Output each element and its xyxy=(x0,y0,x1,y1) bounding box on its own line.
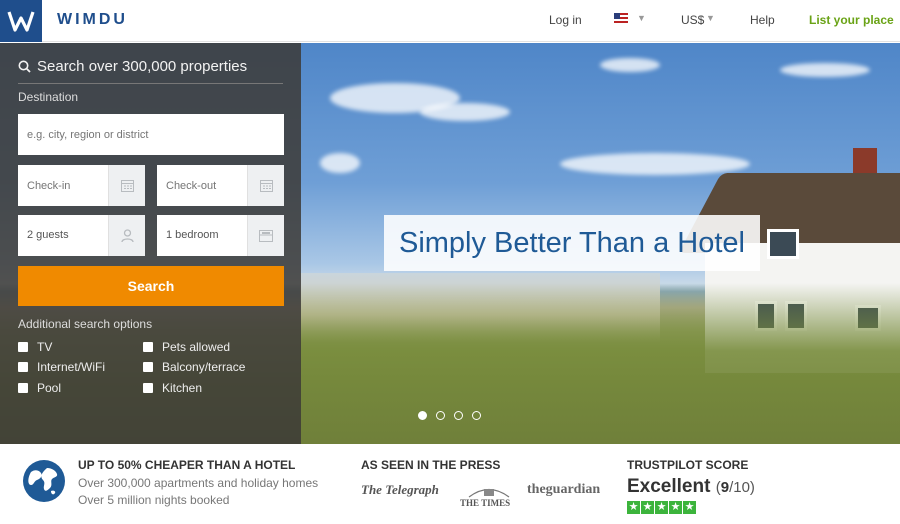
checkbox[interactable] xyxy=(143,383,153,393)
option-label: TV xyxy=(37,340,53,354)
telegraph-logo: The Telegraph xyxy=(361,482,439,497)
option-pets[interactable]: Pets allowed xyxy=(143,340,230,354)
star-icon: ★ xyxy=(641,501,654,514)
login-link[interactable]: Log in xyxy=(549,13,582,27)
calendar-icon[interactable] xyxy=(247,165,284,206)
guests-icon[interactable] xyxy=(108,215,145,256)
search-button[interactable]: Search xyxy=(18,266,284,306)
info-strip: UP TO 50% CHEAPER THAN A HOTEL Over 300,… xyxy=(0,444,900,524)
bedrooms-value: 1 bedroom xyxy=(166,229,219,241)
times-logo: THE TIMES xyxy=(460,486,514,508)
benefits-line2: Over 5 million nights booked xyxy=(78,493,230,507)
grass xyxy=(300,283,900,444)
globe-icon xyxy=(23,460,65,502)
wimdu-logo[interactable] xyxy=(0,0,42,42)
w-logo-icon xyxy=(7,11,35,32)
cloud xyxy=(780,63,870,77)
crest-icon xyxy=(468,488,510,498)
bedrooms-select[interactable]: 1 bedroom xyxy=(157,215,284,256)
search-icon xyxy=(18,60,31,73)
top-header: WIMDU Log in ▼ US$ ▼ Help List your plac… xyxy=(0,0,900,42)
option-label: Pool xyxy=(37,381,62,395)
chevron-down-icon[interactable]: ▼ xyxy=(637,13,646,23)
guests-value: 2 guests xyxy=(27,229,69,241)
carousel-dot[interactable] xyxy=(472,411,481,420)
option-label: Balcony/terrace xyxy=(162,360,246,374)
us-flag-icon[interactable] xyxy=(614,13,628,23)
checkbox[interactable] xyxy=(143,362,153,372)
benefits-title: UP TO 50% CHEAPER THAN A HOTEL xyxy=(78,458,296,472)
cloud xyxy=(420,103,510,121)
option-internet[interactable]: Internet/WiFi xyxy=(18,360,105,374)
destination-input[interactable] xyxy=(18,114,284,155)
times-logo-text: THE TIMES xyxy=(460,498,511,508)
trustpilot-stars: ★ ★ ★ ★ ★ xyxy=(627,501,696,514)
option-label: Kitchen xyxy=(162,381,203,395)
score-value: 9 xyxy=(720,479,730,496)
trustpilot-rating: Excellent (9/10) xyxy=(627,476,755,498)
star-icon: ★ xyxy=(655,501,668,514)
checkbox[interactable] xyxy=(143,342,153,352)
score-rest: /10) xyxy=(729,479,755,496)
search-panel: Search over 300,000 properties Destinati… xyxy=(0,43,301,444)
destination-label: Destination xyxy=(18,90,79,104)
cloud xyxy=(320,153,360,173)
cloud xyxy=(600,58,660,72)
carousel-dot[interactable] xyxy=(454,411,463,420)
help-link[interactable]: Help xyxy=(750,13,775,27)
destination-field[interactable] xyxy=(18,114,284,155)
carousel-dot[interactable] xyxy=(418,411,427,420)
rating-word: Excellent xyxy=(627,476,711,497)
carousel-dot[interactable] xyxy=(436,411,445,420)
hero-slogan: Simply Better Than a Hotel xyxy=(384,215,760,271)
cloud xyxy=(560,153,750,175)
house-window xyxy=(767,229,799,259)
star-icon: ★ xyxy=(683,501,696,514)
option-tv[interactable]: TV xyxy=(18,340,52,354)
trustpilot-title: TRUSTPILOT SCORE xyxy=(627,458,749,472)
checkin-field[interactable] xyxy=(18,165,145,206)
star-icon: ★ xyxy=(669,501,682,514)
additional-options-label: Additional search options xyxy=(18,317,153,331)
checkout-field[interactable] xyxy=(157,165,284,206)
search-title-text: Search over 300,000 properties xyxy=(37,58,248,75)
chevron-down-icon[interactable]: ▼ xyxy=(706,13,715,23)
list-your-place-link[interactable]: List your place xyxy=(809,13,894,27)
benefits-line1: Over 300,000 apartments and holiday home… xyxy=(78,476,319,490)
option-kitchen[interactable]: Kitchen xyxy=(143,381,202,395)
divider xyxy=(18,83,283,84)
calendar-icon[interactable] xyxy=(108,165,145,206)
checkbox[interactable] xyxy=(18,342,28,352)
slogan-text: Simply Better Than a Hotel xyxy=(398,226,746,259)
bed-icon[interactable] xyxy=(247,215,284,256)
guests-select[interactable]: 2 guests xyxy=(18,215,145,256)
checkbox[interactable] xyxy=(18,383,28,393)
carousel-dots xyxy=(418,411,481,420)
press-title: AS SEEN IN THE PRESS xyxy=(361,458,501,472)
brand-name[interactable]: WIMDU xyxy=(57,11,128,29)
option-label: Pets allowed xyxy=(162,340,231,354)
option-balcony[interactable]: Balcony/terrace xyxy=(143,360,245,374)
currency-selector[interactable]: US$ xyxy=(681,13,704,27)
guardian-logo: theguardian xyxy=(527,482,601,497)
checkbox[interactable] xyxy=(18,362,28,372)
star-icon: ★ xyxy=(627,501,640,514)
option-pool[interactable]: Pool xyxy=(18,381,61,395)
hero-banner: Simply Better Than a Hotel Search over 3… xyxy=(0,43,900,444)
search-panel-title: Search over 300,000 properties xyxy=(18,58,247,75)
option-label: Internet/WiFi xyxy=(37,360,106,374)
